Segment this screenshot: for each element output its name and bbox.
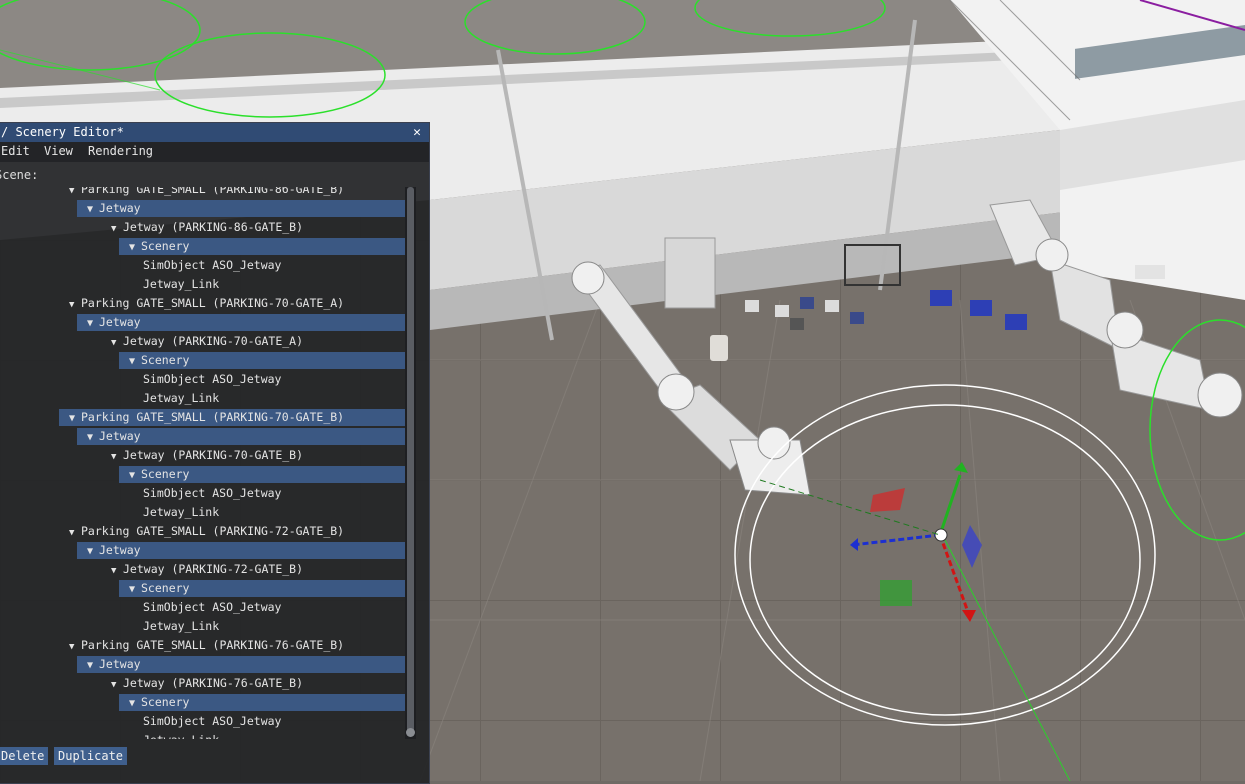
tree-row-label: SimObject ASO_Jetway [143,600,282,614]
tree-row-label: Jetway [99,543,141,557]
tree-row[interactable]: ▼ Jetway (PARKING-70-GATE_B) [111,447,303,464]
tree-row-label: SimObject ASO_Jetway [143,486,282,500]
tree-row-label: Jetway (PARKING-70-GATE_B) [123,448,304,462]
tree-row[interactable]: ▼ Scenery [119,238,407,255]
tree-row-label: Scenery [141,581,190,595]
tree-row[interactable]: ▼ Jetway [77,314,407,331]
tree-row-label: Jetway [99,429,141,443]
duplicate-button[interactable]: Duplicate [54,747,128,765]
tree-row-label: Jetway [99,657,141,671]
scene-label: Scene: [0,168,39,182]
tree-row[interactable]: ▼ Jetway [77,656,407,673]
tree-row[interactable]: Jetway_Link [143,504,219,521]
tree-row-label: Scenery [141,467,190,481]
delete-button[interactable]: Delete [0,747,49,765]
tree-row[interactable]: ▼ Jetway (PARKING-70-GATE_A) [111,333,303,350]
tree-row[interactable]: SimObject ASO_Jetway [143,371,281,388]
expand-arrow-icon[interactable]: ▼ [111,563,123,580]
tree-row-label: SimObject ASO_Jetway [143,258,282,272]
tree-row-label: Jetway_Link [143,391,220,405]
tree-row[interactable]: ▼ Jetway (PARKING-72-GATE_B) [111,561,303,578]
tree-row[interactable]: Jetway_Link [143,732,219,739]
expand-arrow-icon[interactable]: ▼ [69,410,81,427]
tree-row[interactable]: Jetway_Link [143,618,219,635]
scene-tree[interactable]: ▼ Parking GATE_SMALL (PARKING-86-GATE_B) ▼… [1,187,409,739]
expand-arrow-icon[interactable]: ▼ [87,543,99,560]
tree-row-label: SimObject ASO_Jetway [143,372,282,386]
tree-row-label: Jetway_Link [143,277,220,291]
scroll-grip-icon[interactable] [406,728,415,737]
tree-row-label: Jetway_Link [143,619,220,633]
tree-row-label: Jetway (PARKING-76-GATE_B) [123,676,304,690]
window-title-bar[interactable]: / Scenery Editor* ✕ [0,123,429,142]
tree-row[interactable]: SimObject ASO_Jetway [143,257,281,274]
menu-view[interactable]: View [44,142,73,161]
expand-arrow-icon[interactable]: ▼ [69,187,81,200]
expand-arrow-icon[interactable]: ▼ [111,221,123,238]
scrollbar-thumb[interactable] [407,187,414,735]
expand-arrow-icon[interactable]: ▼ [69,525,81,542]
tree-row-label: Jetway_Link [143,733,219,739]
tree-row[interactable]: ▼ Jetway (PARKING-76-GATE_B) [111,675,303,692]
tree-row-label: Jetway [99,315,141,329]
tree-row-label: Jetway (PARKING-72-GATE_B) [123,562,304,576]
expand-arrow-icon[interactable]: ▼ [87,201,99,218]
tree-row-label: Parking GATE_SMALL (PARKING-76-GATE_B) [81,638,345,652]
tree-row[interactable]: Jetway_Link [143,276,219,293]
tree-row-label: Jetway (PARKING-86-GATE_B) [123,220,304,234]
menu-bar: Edit View Rendering [0,142,429,162]
tree-row[interactable]: ▼ Jetway (PARKING-86-GATE_B) [111,219,303,236]
tree-row[interactable]: ▼ Scenery [119,466,407,483]
tree-row[interactable]: ▼ Jetway [77,542,407,559]
tree-row-label: Parking GATE_SMALL (PARKING-70-GATE_A) [81,296,345,310]
expand-arrow-icon[interactable]: ▼ [87,657,99,674]
tree-row-label: Parking GATE_SMALL (PARKING-70-GATE_B) [81,410,345,424]
expand-arrow-icon[interactable]: ▼ [87,429,99,446]
expand-arrow-icon[interactable]: ▼ [69,639,81,656]
expand-arrow-icon[interactable]: ▼ [111,449,123,466]
tree-row[interactable]: ▼ Parking GATE_SMALL (PARKING-72-GATE_B) [69,523,344,540]
tree-row[interactable]: ▼ Parking GATE_SMALL (PARKING-86-GATE_B) [69,187,344,198]
tree-row[interactable]: ▼ Scenery [119,580,407,597]
tree-row-label: Scenery [141,695,190,709]
tree-row[interactable]: Jetway_Link [143,390,219,407]
tree-row[interactable]: ▼ Scenery [119,352,407,369]
tree-row[interactable]: ▼ Jetway [77,428,407,445]
menu-edit[interactable]: Edit [1,142,30,161]
tree-row[interactable]: SimObject ASO_Jetway [143,599,281,616]
tree-row-label: Jetway (PARKING-70-GATE_A) [123,334,304,348]
tree-row[interactable]: ▼ Parking GATE_SMALL (PARKING-76-GATE_B) [69,637,344,654]
window-title: / Scenery Editor* [1,125,124,139]
tree-row[interactable]: SimObject ASO_Jetway [143,485,281,502]
tree-row[interactable]: ▼ Parking GATE_SMALL (PARKING-70-GATE_A) [69,295,344,312]
tree-row-label: Scenery [141,239,190,253]
tree-row[interactable]: ▼ Parking GATE_SMALL (PARKING-70-GATE_B) [59,409,409,426]
tree-row-label: Parking GATE_SMALL (PARKING-86-GATE_B) [81,187,345,196]
tree-row-label: Jetway_Link [143,505,220,519]
close-icon[interactable]: ✕ [410,123,424,142]
tree-row-label: Parking GATE_SMALL (PARKING-72-GATE_B) [81,524,345,538]
expand-arrow-icon[interactable]: ▼ [111,677,123,694]
expand-arrow-icon[interactable]: ▼ [111,335,123,352]
tree-row[interactable]: ▼ Jetway [77,200,407,217]
tree-row-label: Jetway [99,201,141,215]
tree-row[interactable]: SimObject ASO_Jetway [143,713,281,730]
menu-rendering[interactable]: Rendering [88,142,153,161]
tree-row-label: SimObject ASO_Jetway [143,714,282,728]
expand-arrow-icon[interactable]: ▼ [87,315,99,332]
tree-scrollbar[interactable] [405,187,416,739]
expand-arrow-icon[interactable]: ▼ [129,695,141,712]
expand-arrow-icon[interactable]: ▼ [129,581,141,598]
expand-arrow-icon[interactable]: ▼ [129,239,141,256]
tree-row[interactable]: ▼ Scenery [119,694,407,711]
expand-arrow-icon[interactable]: ▼ [69,297,81,314]
expand-arrow-icon[interactable]: ▼ [129,353,141,370]
scenery-editor-window[interactable]: / Scenery Editor* ✕ Edit View Rendering … [0,122,430,784]
tree-row-label: Scenery [141,353,190,367]
expand-arrow-icon[interactable]: ▼ [129,467,141,484]
